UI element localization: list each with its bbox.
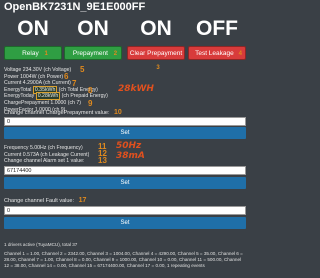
prepayment-button[interactable]: Prepayment 2 xyxy=(64,46,122,60)
footer: 1 drivers active (TuyaMCU), total 37 Cha… xyxy=(4,242,246,269)
annotation-kwh: 28kWH xyxy=(118,84,154,94)
annotation-number: 1 xyxy=(44,51,48,57)
drivers-info: 1 drivers active (TuyaMCU), total 37 xyxy=(4,242,78,247)
annotation-number: 13 xyxy=(98,156,107,165)
annotation-number: 8 xyxy=(88,86,93,95)
toggle-buttons: Relay 1 Prepayment 2 Clear Prepayment 3 … xyxy=(0,46,250,71)
state-relay: ON xyxy=(17,17,49,40)
fault-label: Change channel Fault value: 17 xyxy=(4,197,86,204)
fault-set-button[interactable]: Set xyxy=(4,217,246,229)
power-readout: Power 1004W (ch Power) xyxy=(4,73,64,80)
energy-today-suffix: (ch Prepaid Energy) xyxy=(61,93,108,100)
prepay-label: Change channel ChargePrepayment value: 1… xyxy=(4,109,122,116)
prepay-set-button[interactable]: Set xyxy=(4,127,246,139)
energy-total-label: EnergyTotal xyxy=(4,86,32,93)
annotation-freq: 50Hz xyxy=(116,141,142,151)
annotation-number: 6 xyxy=(64,72,69,81)
annotation-number: 17 xyxy=(78,197,87,204)
relay-button-label: Relay xyxy=(22,50,39,57)
alarm-input[interactable]: 67174400 xyxy=(4,166,246,175)
prepay-label-text: Change channel ChargePrepayment value: xyxy=(4,110,110,116)
state-clear-prepayment: ON xyxy=(140,17,172,40)
prepayment-button-label: Prepayment xyxy=(72,50,108,57)
fault-label-text: Change channel Fault value: xyxy=(4,198,75,204)
energy-today-readout: EnergyToday 0.28kWh (ch Prepaid Energy) xyxy=(4,92,154,101)
prepay-input[interactable]: 0 xyxy=(4,117,246,126)
charge-prepayment-readout: ChargePrepayment 1.0000 (ch 7) xyxy=(4,99,81,106)
state-prepayment: ON xyxy=(77,17,109,40)
device-title: OpenBK7231N_9E1E000FF xyxy=(4,1,146,13)
fault-input[interactable]: 0 xyxy=(4,206,246,215)
state-row: ON ON ON OFF xyxy=(0,16,250,46)
channels-dump: Channel 1 = 1.00, Channel 2 = 2342.00, C… xyxy=(4,251,243,268)
clear-prepayment-button[interactable]: Clear Prepayment 3 xyxy=(127,46,185,71)
relay-button[interactable]: Relay 1 xyxy=(4,46,62,60)
annotation-number: 3 xyxy=(156,65,160,71)
state-test-leakage: OFF xyxy=(196,17,238,40)
alarm-set-button[interactable]: Set xyxy=(4,177,246,189)
annotation-number: 2 xyxy=(113,51,118,57)
annotation-number: 5 xyxy=(80,65,85,74)
annotation-number: 4 xyxy=(238,51,242,57)
test-leakage-button-label: Test Leakage xyxy=(195,50,234,57)
annotation-number: 7 xyxy=(72,79,77,88)
voltage-readout: Voltage 234.30V (ch Voltage) xyxy=(4,67,72,73)
energy-today-label: EnergyToday xyxy=(4,93,35,100)
clear-prepayment-button-label: Clear Prepayment xyxy=(129,50,183,57)
annotation-number: 9 xyxy=(88,99,93,108)
annotation-number: 10 xyxy=(114,109,122,116)
annotation-leak: 38mA xyxy=(116,151,145,161)
test-leakage-button[interactable]: Test Leakage 4 xyxy=(188,46,246,60)
